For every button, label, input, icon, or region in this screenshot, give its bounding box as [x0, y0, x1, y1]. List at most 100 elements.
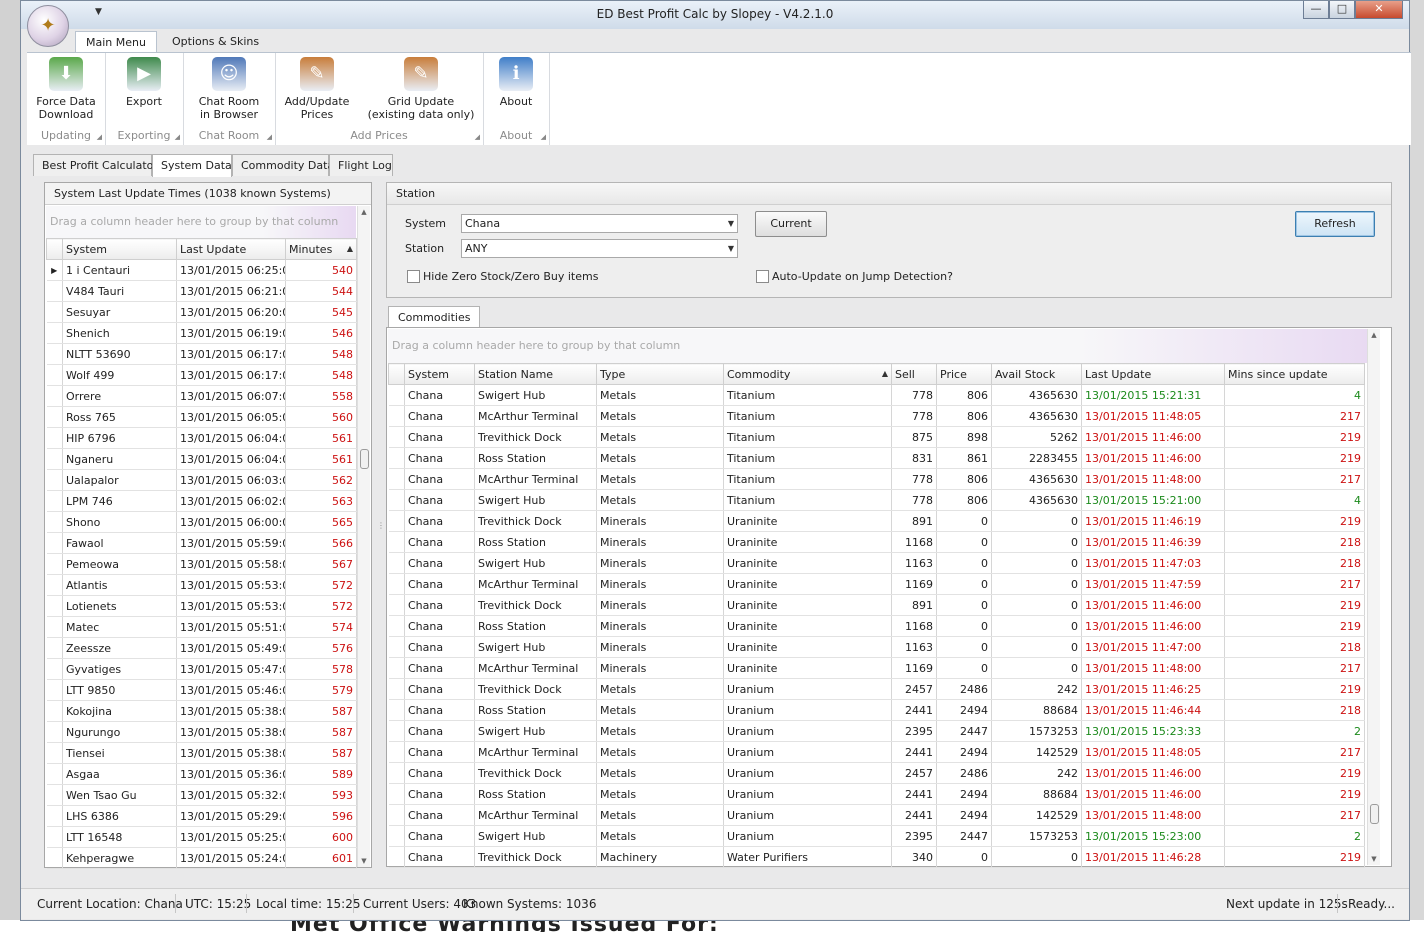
table-row[interactable]: Chana McArthur Terminal Minerals Uraninite 1…: [388, 573, 1365, 595]
table-row[interactable]: Chana Swigert Hub Metals Titanium 778 806 4365…: [388, 489, 1365, 511]
dialog-launcher-icon[interactable]: ◢: [475, 133, 480, 141]
table-row[interactable]: Chana McArthur Terminal Minerals Uraninite 1…: [388, 657, 1365, 679]
table-row[interactable]: Shenich 13/01/2015 06:19:00 546: [46, 322, 357, 344]
station-select[interactable]: ANY ▼: [461, 239, 738, 258]
scrollbar-thumb[interactable]: [1370, 804, 1379, 824]
column-header-commodity[interactable]: Commodity ▲: [723, 363, 892, 385]
scroll-down-icon[interactable]: ▼: [1368, 855, 1380, 863]
table-row[interactable]: Chana Trevithick Dock Machinery Water Purif…: [388, 846, 1365, 868]
column-header-avail-stock[interactable]: Avail Stock: [991, 363, 1082, 385]
table-row[interactable]: Nganeru 13/01/2015 06:04:00 561: [46, 448, 357, 470]
table-row[interactable]: Lotienets 13/01/2015 05:53:00 572: [46, 595, 357, 617]
group-by-hint[interactable]: Drag a column header here to group by th…: [388, 329, 1378, 363]
panel-splitter[interactable]: ⋮: [377, 521, 385, 535]
table-row[interactable]: Ngurungo 13/01/2015 05:38:00 587: [46, 721, 357, 743]
auto-update-checkbox[interactable]: [756, 270, 769, 283]
ribbon-tab-main-menu[interactable]: Main Menu: [75, 31, 157, 53]
table-row[interactable]: Chana Trevithick Dock Minerals Uraninite 891…: [388, 594, 1365, 616]
table-row[interactable]: LTT 16548 13/01/2015 05:25:00 600: [46, 826, 357, 848]
table-row[interactable]: LTT 9850 13/01/2015 05:46:00 579: [46, 679, 357, 701]
table-row[interactable]: Sesuyar 13/01/2015 06:20:00 545: [46, 301, 357, 323]
table-row[interactable]: Chana Ross Station Metals Uranium 2441 2494 88…: [388, 783, 1365, 805]
table-row[interactable]: Pemeowa 13/01/2015 05:58:00 567: [46, 553, 357, 575]
table-row[interactable]: Chana Swigert Hub Minerals Uraninite 1163 0 0 1…: [388, 552, 1365, 574]
add-prices-button[interactable]: ✎ Add/Update Prices: [275, 57, 359, 121]
info-button[interactable]: ℹ About: [483, 57, 549, 108]
table-row[interactable]: Atlantis 13/01/2015 05:53:00 572: [46, 574, 357, 596]
table-row[interactable]: Chana Swigert Hub Metals Uranium 2395 2447 157…: [388, 720, 1365, 742]
table-row[interactable]: Wolf 499 13/01/2015 06:17:00 548: [46, 364, 357, 386]
quick-access-dropdown-icon[interactable]: ▼: [95, 7, 102, 17]
download-button[interactable]: ⬇ Force Data Download: [27, 57, 105, 121]
column-header-system[interactable]: System: [404, 363, 475, 385]
group-by-hint[interactable]: Drag a column header here to group by th…: [46, 206, 356, 238]
column-header-sell[interactable]: Sell: [891, 363, 937, 385]
scroll-down-icon[interactable]: ▼: [358, 857, 370, 865]
scroll-up-icon[interactable]: ▲: [1368, 331, 1380, 339]
ribbon-tab-options[interactable]: Options & Skins: [162, 31, 269, 53]
column-header-last-update[interactable]: Last Update: [1081, 363, 1225, 385]
column-header-last-update[interactable]: Last Update: [176, 238, 286, 260]
close-button[interactable]: ✕: [1355, 1, 1403, 19]
tab-best-profit-calculator[interactable]: Best Profit Calculator: [33, 154, 158, 176]
table-row[interactable]: Tiensei 13/01/2015 05:38:00 587: [46, 742, 357, 764]
table-row[interactable]: Chana Swigert Hub Minerals Uraninite 1163 0 0 1…: [388, 636, 1365, 658]
dialog-launcher-icon[interactable]: ◢: [97, 133, 102, 141]
table-row[interactable]: V484 Tauri 13/01/2015 06:21:00 544: [46, 280, 357, 302]
table-row[interactable]: Chana Ross Station Metals Titanium 831 861 228…: [388, 447, 1365, 469]
scroll-up-icon[interactable]: ▲: [358, 208, 370, 216]
table-row[interactable]: HIP 6796 13/01/2015 06:04:00 561: [46, 427, 357, 449]
minimize-button[interactable]: —: [1303, 1, 1329, 19]
table-row[interactable]: LHS 6386 13/01/2015 05:29:00 596: [46, 805, 357, 827]
title-bar[interactable]: ED Best Profit Calc by Slopey - V4.2.1.0…: [21, 1, 1409, 29]
refresh-button[interactable]: Refresh: [1295, 211, 1375, 237]
tab-system-data[interactable]: System Data: [152, 154, 232, 177]
table-row[interactable]: Chana McArthur Terminal Metals Titanium 778 8…: [388, 405, 1365, 427]
tab-flight-log[interactable]: Flight Log: [329, 154, 393, 176]
tab-commodity-data[interactable]: Commodity Data: [232, 154, 334, 176]
table-row[interactable]: Chana Trevithick Dock Metals Titanium 875 898…: [388, 426, 1365, 448]
table-row[interactable]: Chana Swigert Hub Metals Uranium 2395 2447 157…: [388, 825, 1365, 847]
table-row[interactable]: Chana Ross Station Minerals Uraninite 1168 0 0…: [388, 615, 1365, 637]
dialog-launcher-icon[interactable]: ◢: [541, 133, 546, 141]
table-row[interactable]: Kokojina 13/01/2015 05:38:00 587: [46, 700, 357, 722]
system-grid-scrollbar[interactable]: ▲ ▼: [357, 206, 370, 867]
current-button[interactable]: Current: [755, 211, 827, 237]
table-row[interactable]: Ross 765 13/01/2015 06:05:00 560: [46, 406, 357, 428]
table-row[interactable]: LPM 746 13/01/2015 06:02:00 563: [46, 490, 357, 512]
grid-update-button[interactable]: ✎ Grid Update (existing data only): [359, 57, 483, 121]
table-row[interactable]: Kehperagwe 13/01/2015 05:24:00 601: [46, 847, 357, 869]
table-row[interactable]: Chana McArthur Terminal Metals Titanium 778 8…: [388, 468, 1365, 490]
scrollbar-thumb[interactable]: [360, 449, 369, 469]
table-row[interactable]: Ualapalor 13/01/2015 06:03:00 562: [46, 469, 357, 491]
export-button[interactable]: ▶ Export: [105, 57, 183, 108]
table-row[interactable]: Fawaol 13/01/2015 05:59:00 566: [46, 532, 357, 554]
dialog-launcher-icon[interactable]: ◢: [175, 133, 180, 141]
table-row[interactable]: Chana Trevithick Dock Metals Uranium 2457 248…: [388, 762, 1365, 784]
table-row[interactable]: Orrere 13/01/2015 06:07:00 558: [46, 385, 357, 407]
column-header-mins-since-update[interactable]: Mins since update: [1224, 363, 1365, 385]
table-row[interactable]: Chana Ross Station Metals Uranium 2441 2494 88…: [388, 699, 1365, 721]
table-row[interactable]: Zeessze 13/01/2015 05:49:00 576: [46, 637, 357, 659]
table-row[interactable]: ▶ 1 i Centauri 13/01/2015 06:25:00 540: [46, 259, 357, 281]
table-row[interactable]: Wen Tsao Gu 13/01/2015 05:32:00 593: [46, 784, 357, 806]
chat-button[interactable]: ☺ Chat Room in Browser: [183, 57, 275, 121]
table-row[interactable]: Chana McArthur Terminal Metals Uranium 2441 2…: [388, 804, 1365, 826]
tab-commodities[interactable]: Commodities: [388, 306, 481, 328]
table-row[interactable]: Chana Trevithick Dock Minerals Uraninite 891…: [388, 510, 1365, 532]
column-header-type[interactable]: Type: [596, 363, 724, 385]
commodities-grid-scrollbar[interactable]: ▲ ▼: [1367, 329, 1380, 865]
column-header-system[interactable]: System: [62, 238, 177, 260]
table-row[interactable]: Chana Swigert Hub Metals Titanium 778 806 4365…: [388, 384, 1365, 406]
column-header-station-name[interactable]: Station Name: [474, 363, 597, 385]
table-row[interactable]: Matec 13/01/2015 05:51:00 574: [46, 616, 357, 638]
table-row[interactable]: Chana McArthur Terminal Metals Uranium 2441 2…: [388, 741, 1365, 763]
table-row[interactable]: NLTT 53690 13/01/2015 06:17:00 548: [46, 343, 357, 365]
table-row[interactable]: Chana Ross Station Minerals Uraninite 1168 0 0…: [388, 531, 1365, 553]
system-select[interactable]: Chana ▼: [461, 214, 738, 233]
table-row[interactable]: Shono 13/01/2015 06:00:00 565: [46, 511, 357, 533]
column-header-price[interactable]: Price: [936, 363, 992, 385]
table-row[interactable]: Asgaa 13/01/2015 05:36:00 589: [46, 763, 357, 785]
table-row[interactable]: Chana Trevithick Dock Metals Uranium 2457 248…: [388, 678, 1365, 700]
maximize-button[interactable]: □: [1329, 1, 1355, 19]
